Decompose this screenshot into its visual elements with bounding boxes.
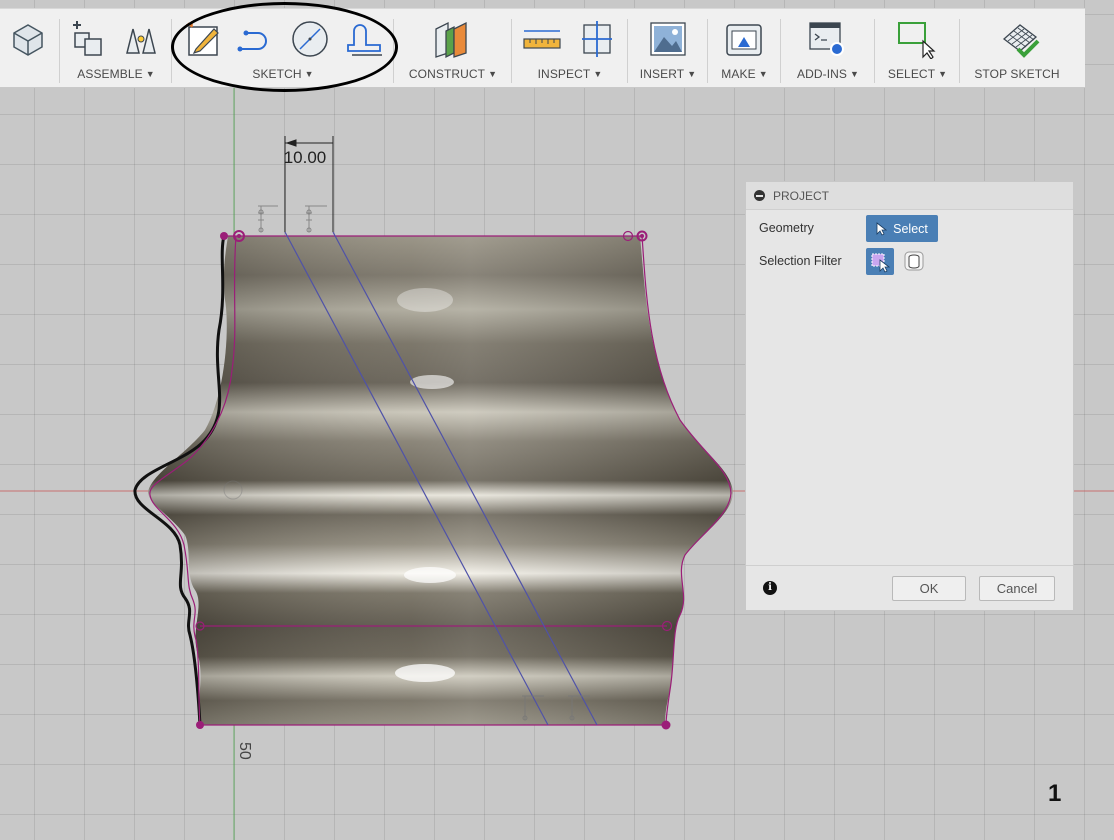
stop-sketch-icon[interactable] — [1000, 19, 1040, 59]
annotation-ellipse — [171, 2, 398, 92]
toolbar-group-inspect[interactable]: INSPECT ▼ — [512, 9, 628, 87]
toolbar-group-select[interactable]: SELECT ▼ — [875, 9, 960, 87]
project-dialog: PROJECT Geometry Select Selection Filter… — [745, 181, 1074, 611]
dialog-header[interactable]: PROJECT — [746, 182, 1073, 210]
scripts-addins-icon[interactable] — [807, 19, 847, 59]
select-button-label: Select — [893, 221, 928, 236]
page-number: 1 — [1048, 780, 1062, 807]
toolbar-group-make[interactable]: MAKE ▼ — [708, 9, 781, 87]
window-select-icon[interactable] — [897, 19, 937, 59]
assemble-new-component-icon[interactable] — [67, 19, 107, 59]
section-analysis-icon[interactable] — [578, 19, 618, 59]
cursor-arrow-icon — [876, 221, 888, 236]
toolbar: ASSEMBLE ▼ SKETCH ▼ CONSTRUCT ▼ INSPECT … — [0, 8, 1085, 88]
canvas-image-icon[interactable] — [648, 19, 688, 59]
filter-entities-icon — [871, 253, 891, 273]
joint-icon[interactable] — [121, 19, 161, 59]
selection-filter-label: Selection Filter — [759, 254, 842, 268]
toolbar-group-label[interactable]: STOP SKETCH — [960, 67, 1074, 81]
toolbar-group-label[interactable]: MAKE ▼ — [708, 67, 781, 81]
toolbar-group-create-partial — [0, 9, 60, 87]
toolbar-group-assemble[interactable]: ASSEMBLE ▼ — [60, 9, 172, 87]
toolbar-group-label[interactable]: INSPECT ▼ — [512, 67, 628, 81]
filter-bodies-icon[interactable] — [904, 251, 924, 271]
toolbar-group-label[interactable]: ADD-INS ▼ — [781, 67, 875, 81]
toolbar-group-label[interactable]: CONSTRUCT ▼ — [394, 67, 512, 81]
dialog-title: PROJECT — [773, 188, 830, 203]
toolbar-group-label[interactable]: SELECT ▼ — [875, 67, 960, 81]
info-icon[interactable]: i — [763, 581, 777, 595]
dimension-value-top[interactable]: 10.00 — [284, 148, 327, 167]
3d-print-icon[interactable] — [724, 19, 764, 59]
toolbar-group-addins[interactable]: ADD-INS ▼ — [781, 9, 875, 87]
geometry-select-button[interactable]: Select — [866, 215, 938, 242]
dimension-value-left: 50 — [236, 742, 253, 760]
canvas-image-bottle — [148, 236, 733, 725]
geometry-label: Geometry — [759, 221, 814, 235]
toolbar-group-label[interactable]: ASSEMBLE ▼ — [60, 67, 172, 81]
measure-icon[interactable] — [522, 19, 562, 59]
offset-plane-icon[interactable] — [432, 19, 472, 59]
dialog-footer: i OK Cancel — [746, 565, 1073, 610]
filter-specified-entities-button[interactable] — [866, 248, 894, 275]
toolbar-group-insert[interactable]: INSERT ▼ — [628, 9, 708, 87]
create-box-icon[interactable] — [8, 19, 48, 59]
ok-button[interactable]: OK — [892, 576, 966, 601]
cancel-button[interactable]: Cancel — [979, 576, 1055, 601]
toolbar-group-label[interactable]: INSERT ▼ — [628, 67, 708, 81]
collapse-icon[interactable] — [754, 190, 765, 201]
toolbar-group-construct[interactable]: CONSTRUCT ▼ — [394, 9, 512, 87]
toolbar-group-stop-sketch[interactable]: STOP SKETCH — [960, 9, 1074, 87]
